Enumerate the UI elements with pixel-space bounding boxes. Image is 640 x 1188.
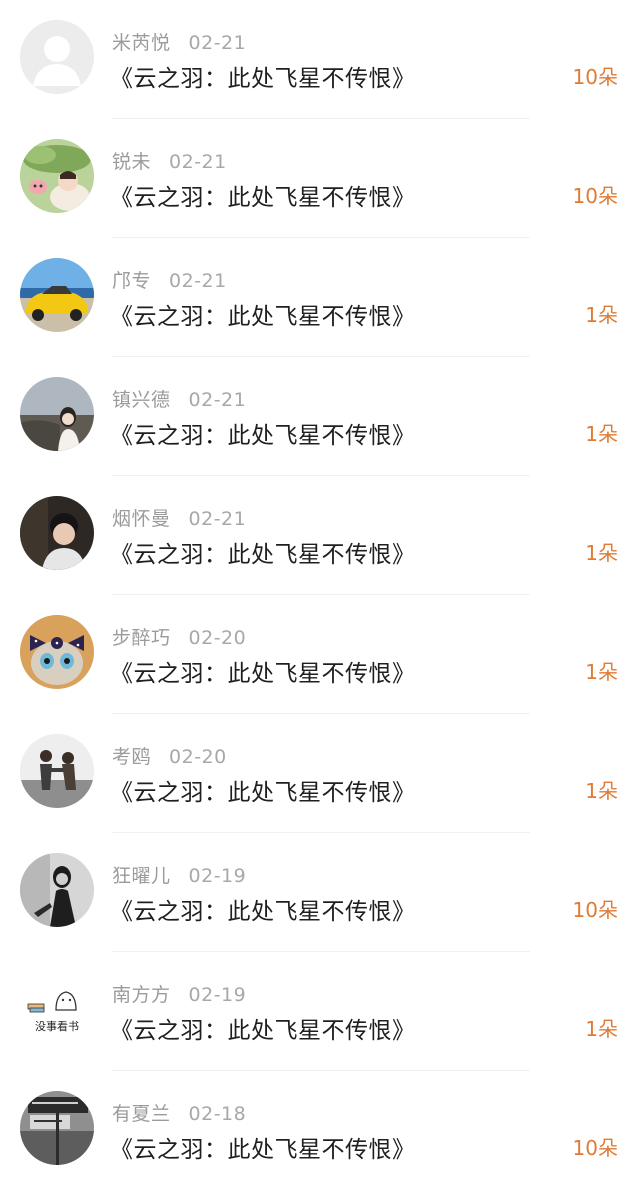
post-date: 02-21 [188, 32, 247, 54]
gift-count: 10朵 [572, 65, 618, 89]
post-date: 02-21 [169, 270, 227, 292]
book-title[interactable]: 《云之羽：此处飞星不传恨》 [110, 178, 416, 212]
gift-count: 10朵 [572, 1136, 618, 1160]
bw-girl-avatar[interactable] [20, 853, 94, 927]
user-name: 镇兴德 [112, 389, 171, 411]
gift-count: 10朵 [572, 898, 618, 922]
post-date: 02-20 [188, 627, 247, 649]
default-avatar-icon[interactable] [20, 20, 94, 94]
user-name: 南方方 [112, 984, 171, 1006]
book-title[interactable]: 《云之羽：此处飞星不传恨》 [110, 1130, 416, 1164]
post-date: 02-19 [188, 865, 247, 887]
gift-count: 1朵 [585, 1017, 618, 1041]
list-item[interactable]: 有夏兰 02-18 《云之羽：此处飞星不传恨》 10朵 [0, 1071, 640, 1188]
gift-count: 1朵 [585, 422, 618, 446]
gift-count: 1朵 [585, 660, 618, 684]
list-item[interactable]: 锐未 02-21 《云之羽：此处飞星不传恨》 10朵 [0, 119, 640, 238]
boy-portrait-avatar[interactable] [20, 496, 94, 570]
list-item[interactable]: 烟怀曼 02-21 《云之羽：此处飞星不传恨》 1朵 [0, 476, 640, 595]
post-date: 02-18 [188, 1103, 247, 1125]
book-title[interactable]: 《云之羽：此处飞星不传恨》 [110, 416, 416, 450]
user-name: 狂曜儿 [112, 865, 171, 887]
user-name: 考鸥 [112, 746, 152, 768]
user-name: 有夏兰 [112, 1103, 171, 1125]
post-date: 02-19 [188, 984, 247, 1006]
user-name: 锐未 [112, 151, 152, 173]
avatar-caption: 没事看书 [35, 1019, 79, 1033]
book-title[interactable]: 《云之羽：此处飞星不传恨》 [110, 535, 416, 569]
gift-list: 米芮悦 02-21 《云之羽：此处飞星不传恨》 10朵 锐未 02-21 《云之羽：… [0, 0, 640, 1188]
list-item[interactable]: 步醉巧 02-20 《云之羽：此处飞星不传恨》 1朵 [0, 595, 640, 714]
list-item[interactable]: 米芮悦 02-21 《云之羽：此处飞星不传恨》 10朵 [0, 0, 640, 119]
post-date: 02-21 [169, 151, 227, 173]
list-item[interactable]: 狂曜儿 02-19 《云之羽：此处飞星不传恨》 10朵 [0, 833, 640, 952]
user-name: 步醉巧 [112, 627, 171, 649]
user-name: 邝专 [112, 270, 152, 292]
list-item[interactable]: 考鸥 02-20 《云之羽：此处飞星不传恨》 1朵 [0, 714, 640, 833]
couple-dance-avatar[interactable] [20, 734, 94, 808]
cat-bow-avatar[interactable] [20, 615, 94, 689]
book-title[interactable]: 《云之羽：此处飞星不传恨》 [110, 654, 416, 688]
book-title[interactable]: 《云之羽：此处飞星不传恨》 [110, 892, 416, 926]
gift-count: 1朵 [585, 779, 618, 803]
yellow-car-avatar[interactable] [20, 258, 94, 332]
list-item[interactable]: 没事看书 南方方 02-19 《云之羽：此处飞星不传恨》 1朵 [0, 952, 640, 1071]
user-name: 米芮悦 [112, 32, 171, 54]
cartoon-lotus-avatar[interactable] [20, 139, 94, 213]
book-title[interactable]: 《云之羽：此处飞星不传恨》 [110, 773, 416, 807]
book-title[interactable]: 《云之羽：此处飞星不传恨》 [110, 1011, 416, 1045]
reading-cartoon-avatar[interactable]: 没事看书 [20, 972, 94, 1046]
gift-count: 10朵 [572, 184, 618, 208]
street-sign-avatar[interactable] [20, 1091, 94, 1165]
gift-count: 1朵 [585, 541, 618, 565]
list-item[interactable]: 镇兴德 02-21 《云之羽：此处飞星不传恨》 1朵 [0, 357, 640, 476]
gift-count: 1朵 [585, 303, 618, 327]
book-title[interactable]: 《云之羽：此处飞星不传恨》 [110, 297, 416, 331]
list-item[interactable]: 邝专 02-21 《云之羽：此处飞星不传恨》 1朵 [0, 238, 640, 357]
book-title[interactable]: 《云之羽：此处飞星不传恨》 [110, 59, 416, 93]
post-date: 02-20 [169, 746, 227, 768]
post-date: 02-21 [188, 508, 247, 530]
post-date: 02-21 [188, 389, 247, 411]
user-name: 烟怀曼 [112, 508, 171, 530]
girl-seaside-avatar[interactable] [20, 377, 94, 451]
